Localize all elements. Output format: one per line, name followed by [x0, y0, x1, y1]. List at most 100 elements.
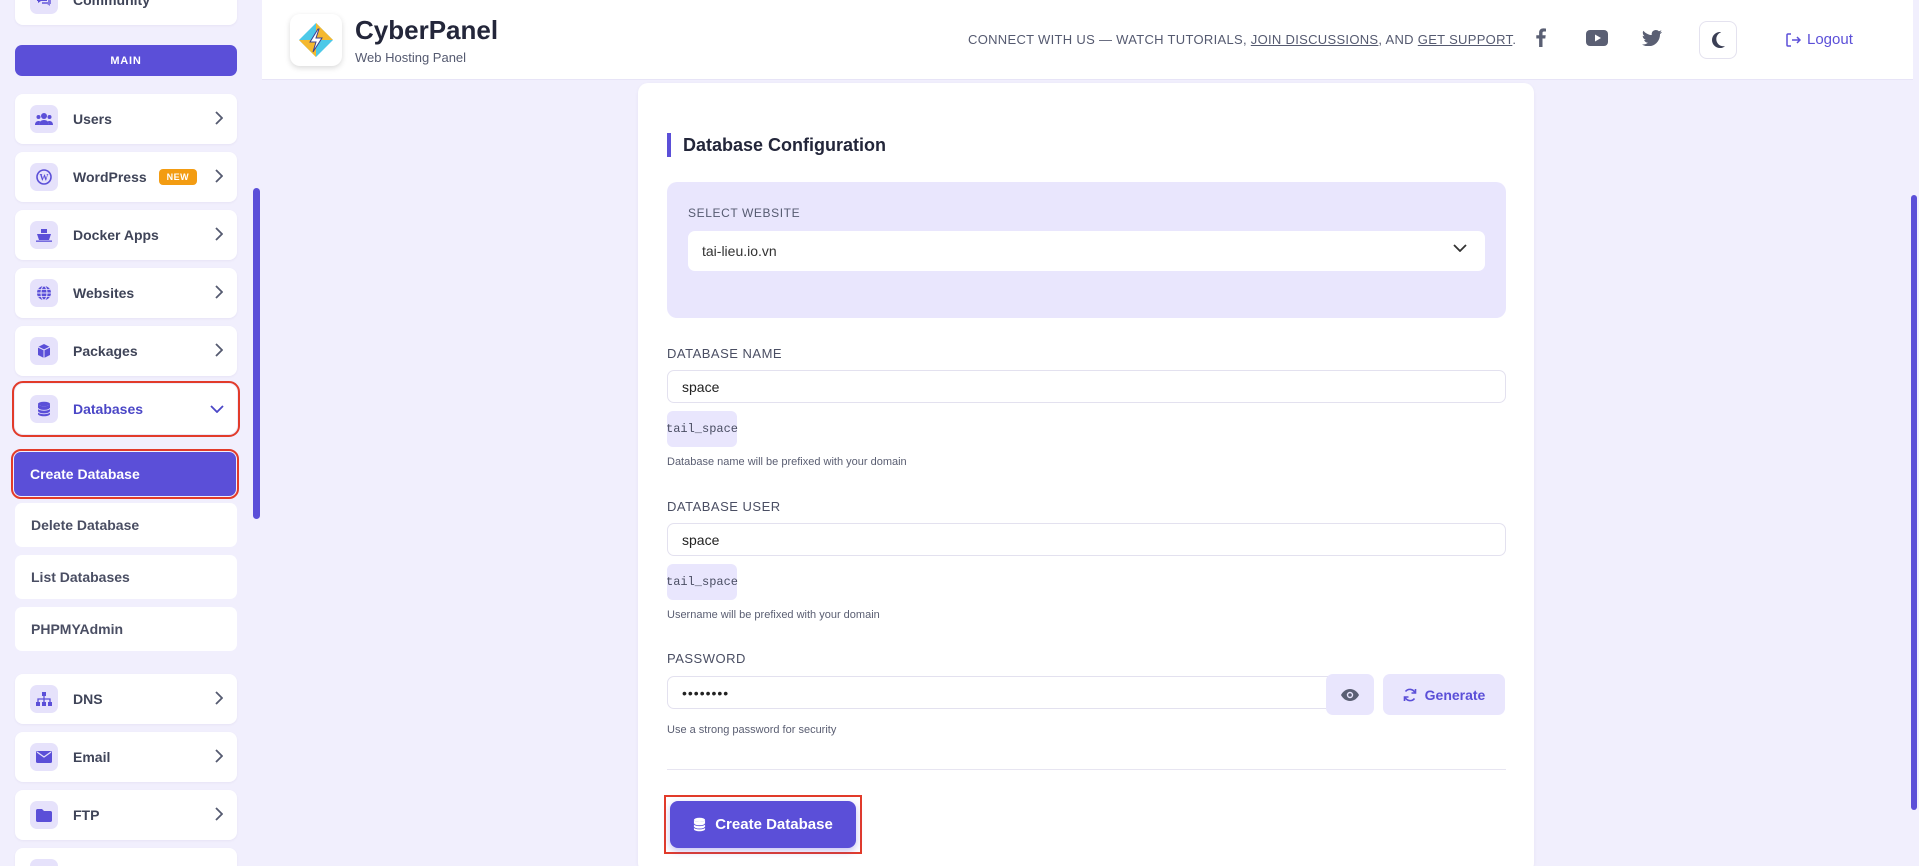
sidebar-item-label: Users	[73, 111, 112, 127]
database-user-value: space	[682, 531, 720, 548]
sidebar-scrollbar[interactable]	[253, 188, 260, 519]
comments-icon	[30, 0, 58, 14]
partial-icon	[30, 859, 58, 866]
top-header: CyberPanel Web Hosting Panel CONNECT WIT…	[262, 0, 1913, 80]
card-title: Database Configuration	[667, 133, 886, 157]
users-icon	[30, 105, 58, 133]
facebook-icon[interactable]	[1536, 28, 1546, 47]
sidebar-item-label: Packages	[73, 343, 138, 359]
submenu-create-database[interactable]: Create Database	[11, 449, 239, 499]
chevron-down-icon	[1453, 244, 1467, 252]
chevron-down-icon	[210, 405, 224, 413]
sidebar-item-partial[interactable]	[15, 848, 237, 866]
envelope-icon	[30, 743, 58, 771]
password-value: ••••••••	[682, 684, 730, 701]
password-input[interactable]: ••••••••	[667, 676, 1328, 709]
wordpress-icon: W	[30, 163, 58, 191]
sidebar: Community MAIN Users W WordPress NEW Doc…	[0, 0, 258, 866]
sidebar-item-ftp[interactable]: FTP	[15, 790, 237, 840]
submenu-list-databases[interactable]: List Databases	[15, 555, 237, 599]
sidebar-item-users[interactable]: Users	[15, 94, 237, 144]
select-website-panel: SELECT WEBSITE tai-lieu.io.vn	[667, 182, 1506, 318]
database-config-card: Database Configuration SELECT WEBSITE ta…	[638, 83, 1534, 866]
chevron-right-icon	[215, 343, 223, 357]
chevron-right-icon	[215, 169, 223, 183]
database-name-prefix: tail_space	[666, 411, 738, 447]
sidebar-item-label: Community	[73, 0, 150, 8]
youtube-icon[interactable]	[1586, 30, 1608, 46]
connect-end: .	[1512, 32, 1517, 47]
password-label: PASSWORD	[667, 651, 746, 666]
database-user-input[interactable]: space	[667, 523, 1506, 556]
folder-icon	[30, 801, 58, 829]
get-support-link[interactable]: GET SUPPORT	[1418, 32, 1513, 47]
sidebar-item-community[interactable]: Community	[15, 0, 237, 25]
database-icon	[30, 395, 58, 423]
sidebar-item-email[interactable]: Email	[15, 732, 237, 782]
create-database-label: Create Database	[715, 816, 833, 833]
database-name-input[interactable]: space	[667, 370, 1506, 403]
form-divider	[667, 769, 1506, 770]
docker-icon	[30, 221, 58, 249]
theme-toggle-button[interactable]	[1699, 21, 1737, 59]
connect-text: CONNECT WITH US — WATCH TUTORIALS, JOIN …	[968, 32, 1516, 47]
chevron-right-icon	[215, 285, 223, 299]
sign-out-icon	[1786, 32, 1801, 47]
sidebar-item-label: WordPress	[73, 169, 147, 185]
connect-mid: , AND	[1378, 32, 1418, 47]
sidebar-item-label: Docker Apps	[73, 227, 159, 243]
sidebar-item-websites[interactable]: Websites	[15, 268, 237, 318]
join-discussions-link[interactable]: JOIN DISCUSSIONS	[1251, 32, 1379, 47]
generate-label: Generate	[1424, 686, 1486, 703]
brand-subtitle: Web Hosting Panel	[355, 50, 467, 65]
sidebar-item-label: FTP	[73, 807, 100, 823]
moon-icon	[1712, 32, 1725, 48]
new-badge: NEW	[158, 169, 198, 185]
svg-text:W: W	[40, 173, 49, 183]
database-user-label: DATABASE USER	[667, 499, 781, 514]
cyberpanel-logo[interactable]	[290, 14, 342, 66]
sidebar-item-docker-apps[interactable]: Docker Apps	[15, 210, 237, 260]
database-name-hint: Database name will be prefixed with your…	[667, 456, 907, 468]
package-icon	[30, 337, 58, 365]
sidebar-item-label: Databases	[73, 401, 144, 417]
create-database-button[interactable]: Create Database	[670, 801, 856, 848]
logout-label: Logout	[1807, 31, 1853, 48]
chevron-right-icon	[215, 227, 223, 241]
sidebar-item-databases[interactable]: Databases	[12, 381, 240, 437]
brand-title: CyberPanel	[355, 15, 499, 45]
sidebar-item-dns[interactable]: DNS	[15, 674, 237, 724]
create-database-highlight: Create Database	[664, 795, 862, 854]
sidebar-item-label: DNS	[73, 691, 103, 707]
select-website-label: SELECT WEBSITE	[688, 206, 801, 220]
connect-prefix: CONNECT WITH US — WATCH TUTORIALS,	[968, 32, 1251, 47]
sync-icon	[1403, 688, 1416, 701]
globe-icon	[30, 279, 58, 307]
database-user-prefix: tail_space	[666, 564, 738, 600]
database-name-label: DATABASE NAME	[667, 346, 783, 361]
chevron-right-icon	[215, 749, 223, 763]
sitemap-icon	[30, 685, 58, 713]
submenu-delete-database[interactable]: Delete Database	[15, 503, 237, 547]
chevron-right-icon	[215, 111, 223, 125]
password-hint: Use a strong password for security	[667, 724, 837, 736]
chevron-right-icon	[215, 807, 223, 821]
page-scrollbar[interactable]	[1911, 195, 1917, 810]
toggle-password-button[interactable]	[1326, 674, 1374, 715]
sidebar-item-label: Email	[73, 749, 111, 765]
sidebar-item-packages[interactable]: Packages	[15, 326, 237, 376]
twitter-icon[interactable]	[1642, 30, 1662, 46]
database-icon	[693, 817, 706, 832]
website-select[interactable]: tai-lieu.io.vn	[688, 231, 1485, 271]
eye-icon	[1341, 688, 1359, 701]
logout-button[interactable]: Logout	[1786, 31, 1853, 48]
section-label-main: MAIN	[15, 45, 237, 76]
database-name-value: space	[682, 378, 720, 395]
generate-password-button[interactable]: Generate	[1383, 674, 1505, 715]
database-user-hint: Username will be prefixed with your doma…	[667, 609, 880, 621]
submenu-phpmyadmin[interactable]: PHPMYAdmin	[15, 607, 237, 651]
website-select-value: tai-lieu.io.vn	[702, 243, 777, 259]
sidebar-item-label: Websites	[73, 285, 135, 301]
chevron-right-icon	[215, 691, 223, 705]
sidebar-item-wordpress[interactable]: W WordPress NEW	[15, 152, 237, 202]
